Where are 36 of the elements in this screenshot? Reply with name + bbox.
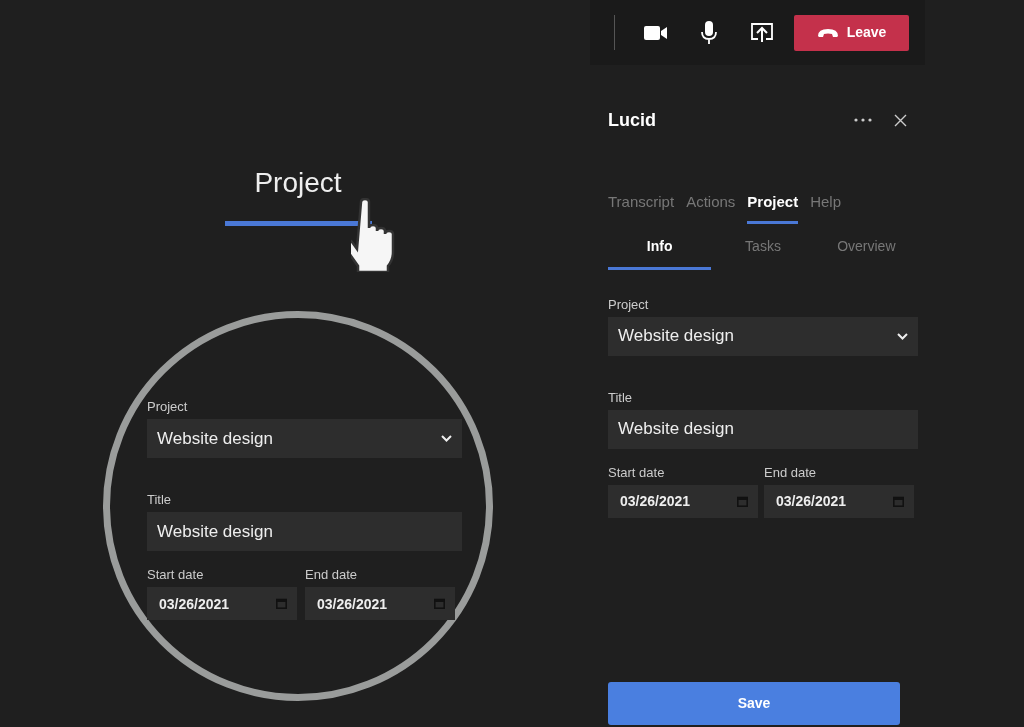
field-label: Title (608, 389, 634, 405)
field-label: Project (147, 399, 189, 414)
project-tab[interactable]: Project (254, 166, 342, 200)
leave-button[interactable]: Leave (794, 14, 909, 51)
chevron-down-icon (897, 332, 908, 340)
save-button[interactable]: Save (608, 682, 900, 725)
start-date-input[interactable]: 03/26/2021 (608, 484, 758, 518)
tab[interactable]: Help (810, 187, 842, 224)
calendar-icon (737, 495, 748, 507)
subtab[interactable]: Info (608, 229, 712, 270)
phone-icon (816, 27, 839, 38)
start-date-input[interactable]: 03/26/2021 (147, 587, 297, 620)
chevron-down-icon (441, 435, 452, 442)
title-input[interactable]: Website design (608, 409, 918, 449)
field-label: Start date (147, 567, 205, 582)
end-date-input[interactable]: 03/26/2021 (305, 587, 455, 620)
calendar-icon (893, 495, 904, 507)
calendar-icon (276, 598, 287, 609)
subtab[interactable]: Overview (814, 229, 918, 270)
tab[interactable]: Project (747, 187, 799, 224)
field-label: Start date (608, 464, 666, 480)
field-label: End date (764, 464, 818, 480)
more-icon[interactable] (854, 118, 872, 122)
subtab[interactable]: Tasks (711, 229, 815, 270)
field-label: End date (305, 567, 359, 582)
project-select[interactable]: Website design (147, 419, 462, 458)
field-label: Project (608, 296, 650, 312)
field-label: Title (147, 492, 173, 507)
calendar-icon (434, 598, 445, 609)
project-select[interactable]: Website design (608, 316, 918, 356)
tab[interactable]: Actions (686, 187, 736, 224)
end-date-input[interactable]: 03/26/2021 (764, 484, 914, 518)
panel-title: Lucid (608, 108, 657, 132)
close-icon[interactable] (894, 113, 907, 127)
tab[interactable]: Transcript (608, 187, 675, 224)
title-input[interactable]: Website design (147, 512, 462, 551)
